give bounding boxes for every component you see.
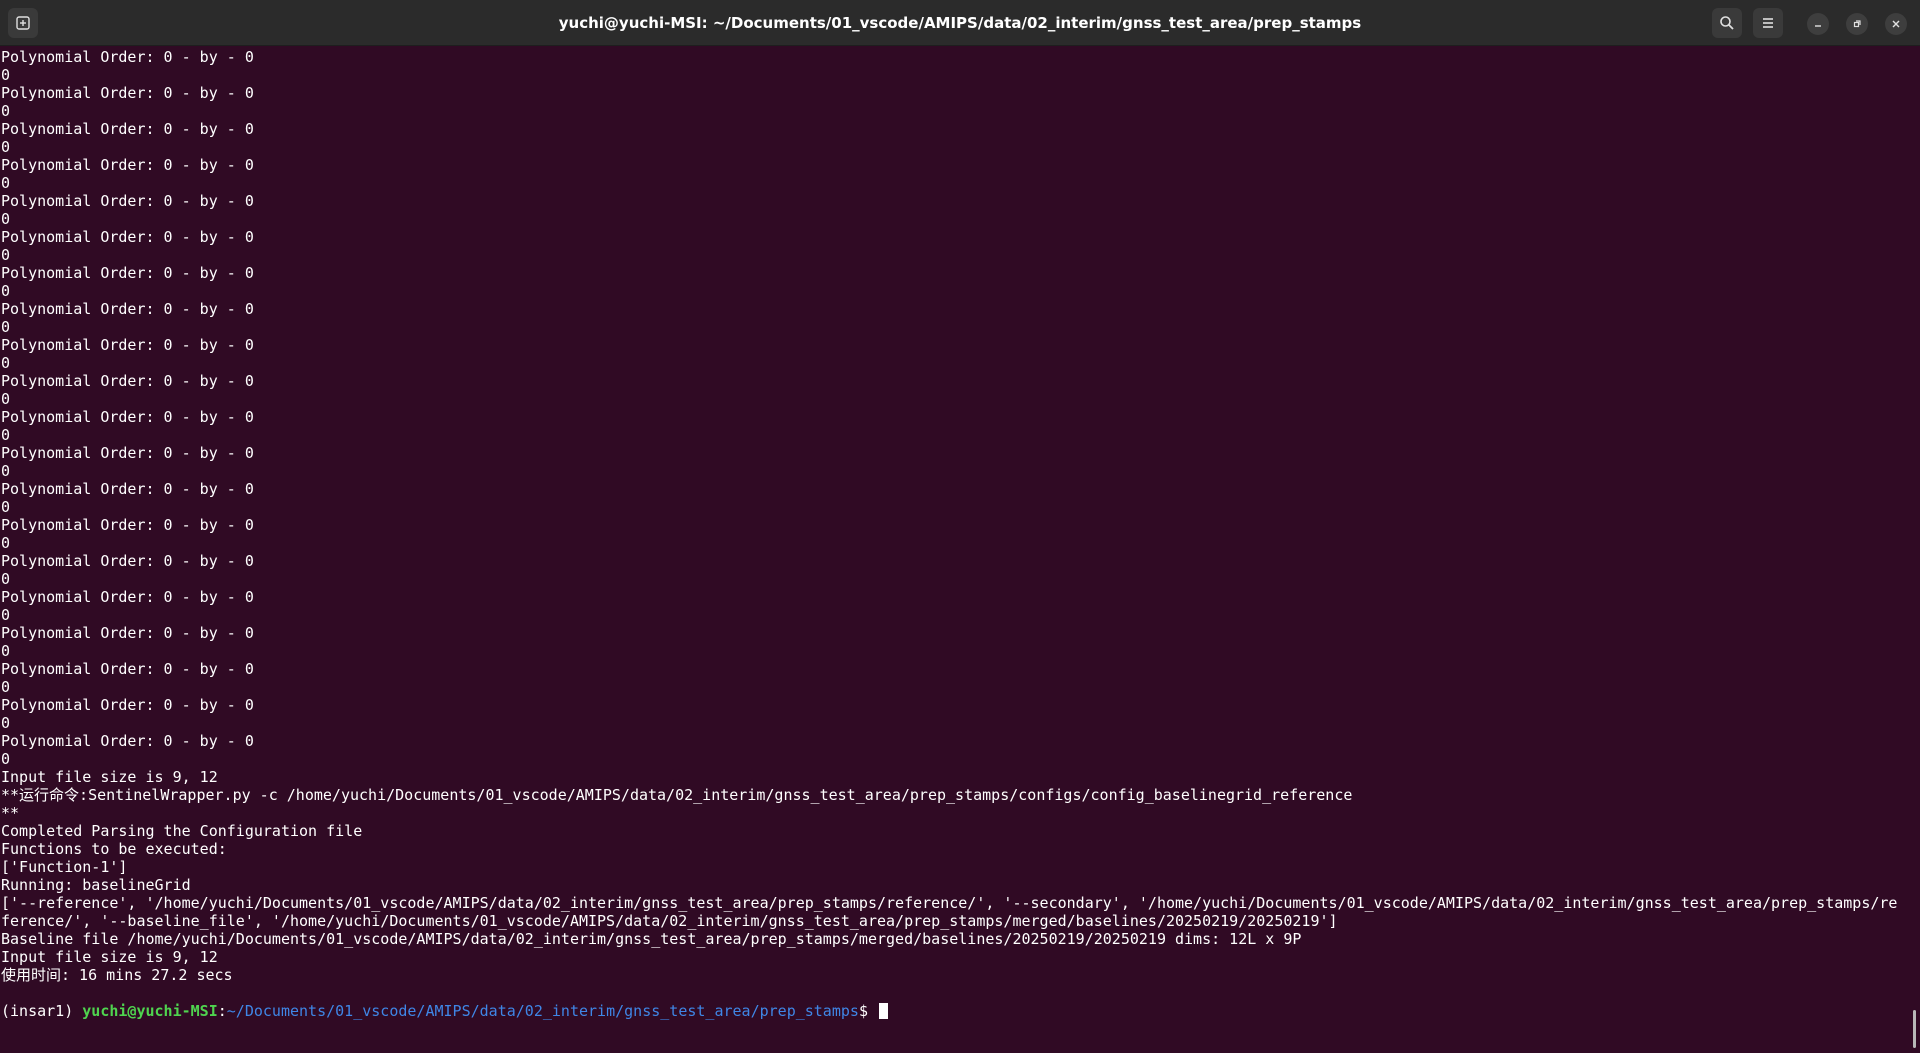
terminal-line: Polynomial Order: 0 - by - 0 bbox=[1, 372, 254, 390]
terminal-line: Polynomial Order: 0 - by - 0 bbox=[1, 300, 254, 318]
terminal-line: 0 bbox=[1, 354, 11, 372]
terminal-line: 0 bbox=[1, 462, 11, 480]
terminal-line: Polynomial Order: 0 - by - 0 bbox=[1, 120, 254, 138]
terminal-line: Polynomial Order: 0 - by - 0 bbox=[1, 696, 254, 714]
new-tab-icon bbox=[15, 15, 31, 31]
restore-icon bbox=[1852, 19, 1862, 29]
terminal-line: Polynomial Order: 0 - by - 0 bbox=[1, 192, 254, 210]
terminal-line: ['--reference', '/home/yuchi/Documents/0… bbox=[1, 894, 1898, 930]
prompt-user-host: yuchi@yuchi-MSI bbox=[82, 1002, 218, 1020]
terminal-line: 0 bbox=[1, 678, 11, 696]
terminal-line: Polynomial Order: 0 - by - 0 bbox=[1, 552, 254, 570]
terminal-line: 0 bbox=[1, 102, 11, 120]
terminal-line: 0 bbox=[1, 282, 11, 300]
search-button[interactable] bbox=[1712, 8, 1742, 38]
terminal-line: Running: baselineGrid bbox=[1, 876, 191, 894]
terminal-line: 0 bbox=[1, 66, 11, 84]
close-icon bbox=[1891, 19, 1901, 29]
terminal-line: 0 bbox=[1, 426, 11, 444]
terminal-line: 0 bbox=[1, 246, 11, 264]
terminal-line: 0 bbox=[1, 570, 11, 588]
terminal-line: Polynomial Order: 0 - by - 0 bbox=[1, 660, 254, 678]
terminal-line: Baseline file /home/yuchi/Documents/01_v… bbox=[1, 930, 1302, 948]
terminal-line: 0 bbox=[1, 138, 11, 156]
terminal-line: Polynomial Order: 0 - by - 0 bbox=[1, 84, 254, 102]
terminal-line: Input file size is 9, 12 bbox=[1, 948, 218, 966]
terminal-line: Polynomial Order: 0 - by - 0 bbox=[1, 228, 254, 246]
shell-prompt[interactable]: (insar1) yuchi@yuchi-MSI:~/Documents/01_… bbox=[1, 1002, 1901, 1020]
minimize-button[interactable] bbox=[1807, 13, 1829, 35]
prompt-separator: : bbox=[217, 1002, 227, 1020]
close-button[interactable] bbox=[1885, 13, 1907, 35]
terminal-line: 0 bbox=[1, 210, 11, 228]
prompt-dollar: $ bbox=[858, 1002, 877, 1020]
terminal-line: 0 bbox=[1, 498, 11, 516]
terminal-lines: Polynomial Order: 0 - by - 0 0 Polynomial … bbox=[1, 48, 1901, 1002]
terminal-line: 0 bbox=[1, 606, 11, 624]
terminal-line: Polynomial Order: 0 - by - 0 bbox=[1, 516, 254, 534]
menu-button[interactable] bbox=[1753, 8, 1783, 38]
terminal-line: ** bbox=[1, 804, 20, 822]
terminal-line: 0 bbox=[1, 174, 11, 192]
terminal-output[interactable]: Polynomial Order: 0 - by - 0 0 Polynomial … bbox=[1, 48, 1901, 1048]
window-title: yuchi@yuchi-MSI: ~/Documents/01_vscode/A… bbox=[558, 14, 1362, 32]
terminal-line: 0 bbox=[1, 318, 11, 336]
terminal-line: Input file size is 9, 12 bbox=[1, 768, 218, 786]
terminal-line: **运行命令:SentinelWrapper.py -c /home/yuchi… bbox=[1, 786, 1353, 804]
terminal-line: Polynomial Order: 0 - by - 0 bbox=[1, 444, 254, 462]
terminal-line: 0 bbox=[1, 750, 11, 768]
terminal-line: Polynomial Order: 0 - by - 0 bbox=[1, 48, 254, 66]
terminal-line: 0 bbox=[1, 534, 11, 552]
terminal-line: 使用时间: 16 mins 27.2 secs bbox=[1, 966, 233, 984]
terminal-line: ['Function-1'] bbox=[1, 858, 128, 876]
terminal-line: Polynomial Order: 0 - by - 0 bbox=[1, 264, 254, 282]
minimize-icon bbox=[1813, 19, 1823, 29]
terminal-line: Polynomial Order: 0 - by - 0 bbox=[1, 336, 254, 354]
new-tab-button[interactable] bbox=[8, 8, 38, 38]
terminal-line: Polynomial Order: 0 - by - 0 bbox=[1, 588, 254, 606]
terminal-line: Functions to be executed: bbox=[1, 840, 227, 858]
prompt-path: ~/Documents/01_vscode/AMIPS/data/02_inte… bbox=[226, 1002, 859, 1020]
terminal-line: Polynomial Order: 0 - by - 0 bbox=[1, 408, 254, 426]
terminal-line: Polynomial Order: 0 - by - 0 bbox=[1, 480, 254, 498]
terminal-line: Completed Parsing the Configuration file bbox=[1, 822, 363, 840]
restore-button[interactable] bbox=[1846, 13, 1868, 35]
terminal-line: Polynomial Order: 0 - by - 0 bbox=[1, 156, 254, 174]
prompt-env: (insar1) bbox=[1, 1002, 83, 1020]
terminal-line: 0 bbox=[1, 642, 11, 660]
terminal-line: 0 bbox=[1, 714, 11, 732]
terminal-line: Polynomial Order: 0 - by - 0 bbox=[1, 732, 254, 750]
terminal-line: Polynomial Order: 0 - by - 0 bbox=[1, 624, 254, 642]
scrollbar-thumb[interactable] bbox=[1913, 1010, 1916, 1048]
hamburger-menu-icon bbox=[1760, 15, 1776, 31]
search-icon bbox=[1719, 15, 1735, 31]
text-cursor bbox=[879, 1003, 888, 1019]
title-bar: yuchi@yuchi-MSI: ~/Documents/01_vscode/A… bbox=[0, 0, 1920, 46]
terminal-line: 0 bbox=[1, 390, 11, 408]
